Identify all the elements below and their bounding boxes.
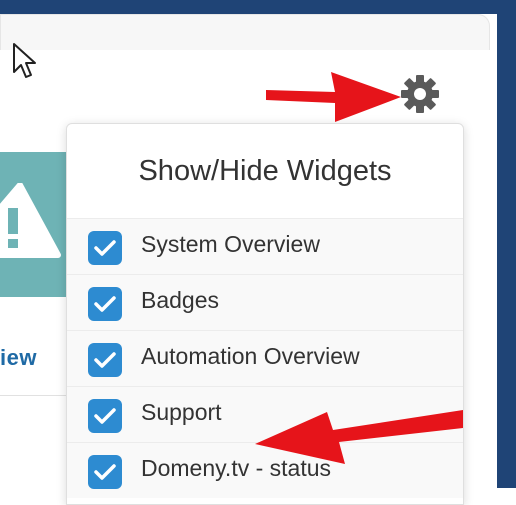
divider [0, 395, 68, 396]
checkbox[interactable] [88, 287, 122, 321]
checkmark-icon [94, 408, 116, 424]
window-top-bar [0, 0, 516, 14]
cursor-icon [13, 43, 36, 78]
widget-toggle-label: System Overview [141, 231, 320, 257]
checkbox[interactable] [88, 399, 122, 433]
checkbox[interactable] [88, 231, 122, 265]
widget-toggle-label: Badges [141, 287, 220, 313]
warning-icon [0, 183, 61, 258]
checkmark-icon [94, 296, 116, 312]
checkmark-icon [94, 240, 116, 256]
widget-toggle-label: Support [141, 399, 222, 425]
checkbox[interactable] [88, 343, 122, 377]
red-arrow-annotation-gear [266, 72, 401, 122]
widget-toggle-badges[interactable]: Badges [67, 274, 463, 330]
red-arrow-annotation-list [255, 410, 463, 464]
gear-icon[interactable] [400, 74, 440, 114]
widget-toggle-system-overview[interactable]: System Overview [67, 218, 463, 274]
checkbox[interactable] [88, 455, 122, 489]
checkmark-icon [94, 352, 116, 368]
widget-toggle-label: Automation Overview [141, 343, 360, 369]
window-right-edge [497, 0, 516, 488]
checkmark-icon [94, 464, 116, 480]
view-link[interactable]: iew [0, 345, 37, 371]
dropdown-title: Show/Hide Widgets [138, 154, 392, 187]
widget-toggle-automation-overview[interactable]: Automation Overview [67, 330, 463, 386]
